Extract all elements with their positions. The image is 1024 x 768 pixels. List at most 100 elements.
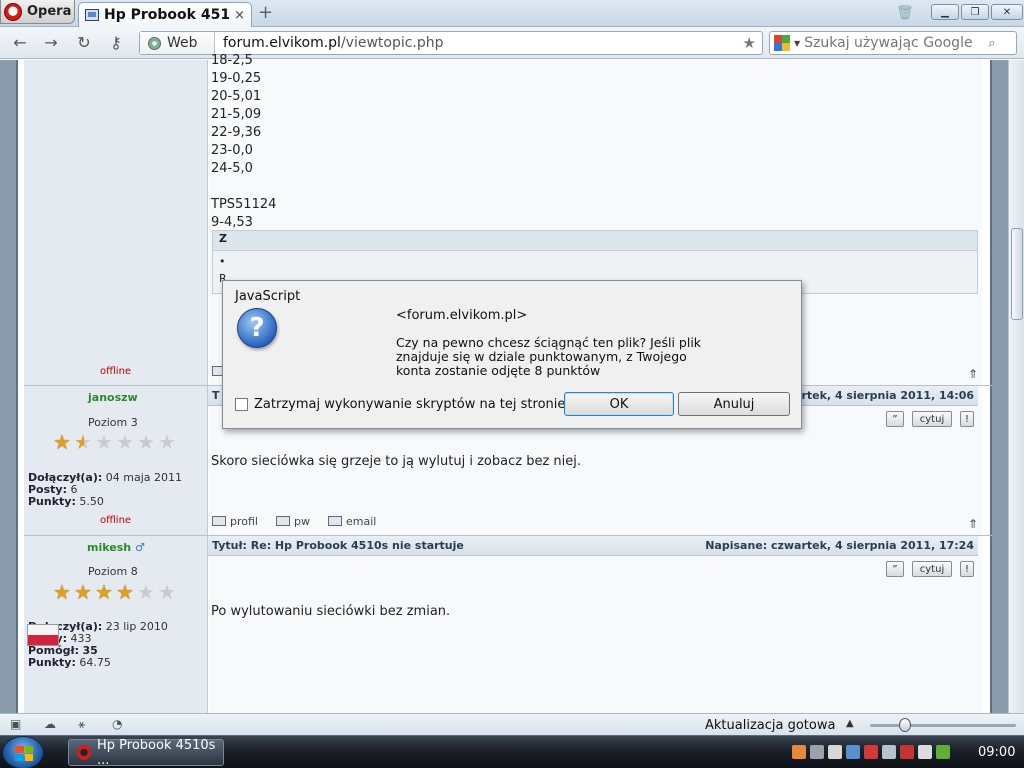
new-tab-button[interactable]: +	[258, 4, 273, 22]
author-rank: Poziom 3	[88, 416, 138, 429]
post-body-line: 19-0,25	[211, 71, 262, 86]
joined-value: 23 lip 2010	[105, 620, 168, 633]
rating-stars: ★ ★ ★ ★ ★ ★	[53, 432, 178, 452]
opera-logo-icon	[77, 745, 91, 760]
scrollbar-thumb[interactable]	[1011, 228, 1023, 320]
rating-stars: ★ ★ ★ ★ ★ ★	[53, 582, 178, 602]
stop-scripts-option[interactable]: Zatrzymaj wykonywanie skryptów na tej st…	[235, 397, 565, 412]
dialog-host: <forum.elvikom.pl>	[396, 308, 528, 323]
taskbar-opera-window[interactable]: Hp Probook 4510s ...	[68, 737, 224, 768]
go-top-icon[interactable]: ⇑	[968, 517, 978, 531]
dialog-message: Czy na pewno chcesz ściągnąć ten plik? J…	[396, 335, 702, 378]
url-text[interactable]: forum.elvikom.pl/viewtopic.php	[215, 35, 743, 51]
post-author[interactable]: mikesh ♂	[87, 541, 145, 554]
tray-app-icon[interactable]	[864, 745, 878, 759]
tray-volume-icon[interactable]	[918, 745, 932, 759]
star-icon: ★	[53, 430, 71, 454]
trash-icon[interactable]: 🗑	[896, 5, 914, 21]
email-link[interactable]: email	[327, 515, 376, 528]
close-window-button[interactable]: ✕	[991, 4, 1023, 20]
search-icon[interactable]: ⌕	[988, 36, 995, 51]
tray-app-icon[interactable]	[882, 745, 896, 759]
zoom-slider[interactable]	[870, 724, 1016, 727]
share-icon[interactable]: ⚹	[78, 718, 92, 731]
tray-app-icon[interactable]	[792, 745, 806, 759]
forward-icon[interactable]: →	[41, 32, 61, 52]
zoom-slider-thumb[interactable]	[899, 718, 912, 732]
star-icon: ★	[53, 580, 71, 604]
star-icon: ★	[95, 580, 113, 604]
clock[interactable]: 09:00	[978, 745, 1015, 760]
stop-scripts-label[interactable]: Zatrzymaj wykonywanie skryptów na tej st…	[254, 397, 565, 412]
star-icon: ★	[158, 430, 176, 454]
points-label: Punkty:	[28, 656, 76, 669]
report-button[interactable]: !	[960, 411, 974, 427]
restore-button[interactable]: ❐	[961, 4, 989, 20]
google-icon[interactable]	[774, 35, 790, 51]
bookmark-star-icon[interactable]: ★	[743, 34, 762, 52]
go-top-icon[interactable]: ⇑	[968, 367, 978, 381]
report-button[interactable]: !	[960, 561, 974, 577]
tray-nvidia-icon[interactable]	[936, 745, 950, 759]
minimize-button[interactable]: ▁	[931, 4, 959, 20]
male-icon: ♂	[134, 541, 145, 554]
search-input[interactable]	[804, 35, 985, 51]
offline-status: offline	[100, 366, 132, 377]
post-body: Po wylutowaniu sieciówki bez zmian.	[211, 604, 451, 619]
javascript-confirm-dialog: JavaScript ? <forum.elvikom.pl> Czy na p…	[222, 280, 802, 429]
panel-toggle-icon[interactable]: ▣	[10, 718, 24, 731]
status-bar: ▣ ☁ ⚹ ◔ Aktualizacja gotowa ▲	[0, 713, 1024, 735]
globe-icon	[148, 36, 161, 50]
vertical-scrollbar[interactable]	[1008, 60, 1024, 713]
search-box[interactable]: ▼ ⌕	[769, 31, 1017, 55]
url-host: forum.elvikom.pl	[223, 35, 341, 51]
cite-button[interactable]: cytuj	[912, 411, 952, 427]
address-mode-label: Web	[167, 35, 198, 51]
star-icon: ★	[116, 580, 134, 604]
cite-button[interactable]: cytuj	[912, 561, 952, 577]
tab-bar: Opera Hp Probook 4510s ... × + 🗑 ▁ ❐ ✕	[0, 0, 1024, 27]
question-icon: ?	[237, 308, 277, 348]
post-title[interactable]: Tytuł: Re: Hp Probook 4510s nie startuje	[212, 539, 464, 552]
opera-menu-button[interactable]: Opera	[0, 0, 75, 24]
chevron-up-icon[interactable]: ▲	[846, 718, 854, 729]
pm-link[interactable]: pw	[275, 515, 310, 528]
unite-cloud-icon[interactable]: ☁	[44, 718, 58, 731]
back-icon[interactable]: ←	[10, 32, 30, 52]
author-stats: Dołączył(a): 04 maja 2011 Posty: 6 Punkt…	[28, 472, 182, 508]
post-body-line: 23-0,0	[211, 143, 253, 158]
quote-button[interactable]: ”	[886, 411, 904, 427]
ok-button[interactable]: OK	[564, 392, 674, 416]
email-icon	[327, 516, 342, 526]
reload-icon[interactable]: ↻	[74, 32, 94, 52]
turbo-icon[interactable]: ◔	[112, 718, 126, 731]
chevron-down-icon[interactable]: ▼	[794, 39, 800, 48]
star-icon: ★	[74, 432, 94, 452]
tray-app-icon[interactable]	[810, 745, 824, 759]
address-mode-badge[interactable]: Web	[140, 32, 215, 54]
tab-close-icon[interactable]: ×	[234, 8, 245, 23]
system-tray	[792, 745, 950, 759]
taskbar-window-label: Hp Probook 4510s ...	[97, 737, 216, 768]
start-button[interactable]	[2, 736, 44, 768]
cancel-button[interactable]: Anuluj	[678, 392, 790, 416]
quote-line: •	[213, 251, 977, 272]
post-body-line: 21-5,09	[211, 107, 262, 122]
quote-button[interactable]: ”	[886, 561, 904, 577]
tray-network-icon[interactable]	[846, 745, 860, 759]
stop-scripts-checkbox[interactable]	[235, 398, 248, 411]
wand-key-icon[interactable]: ⚷	[106, 32, 126, 52]
profile-link[interactable]: profil	[212, 515, 258, 528]
quote-bullet: •	[219, 255, 226, 268]
tab-active[interactable]: Hp Probook 4510s ... ×	[78, 2, 252, 27]
points-label: Punkty:	[28, 495, 76, 508]
opera-menu-label: Opera	[27, 4, 72, 19]
opera-browser-window: Opera Hp Probook 4510s ... × + 🗑 ▁ ❐ ✕ ←…	[0, 0, 1024, 768]
post-actions: ” cytuj !	[886, 411, 974, 427]
tray-app-icon[interactable]	[828, 745, 842, 759]
post-author-name: mikesh	[87, 541, 132, 554]
post-author[interactable]: janoszw	[88, 391, 138, 404]
page-favicon-icon	[85, 9, 99, 21]
pm-link-label: pw	[293, 515, 310, 528]
tray-app-icon[interactable]	[900, 745, 914, 759]
